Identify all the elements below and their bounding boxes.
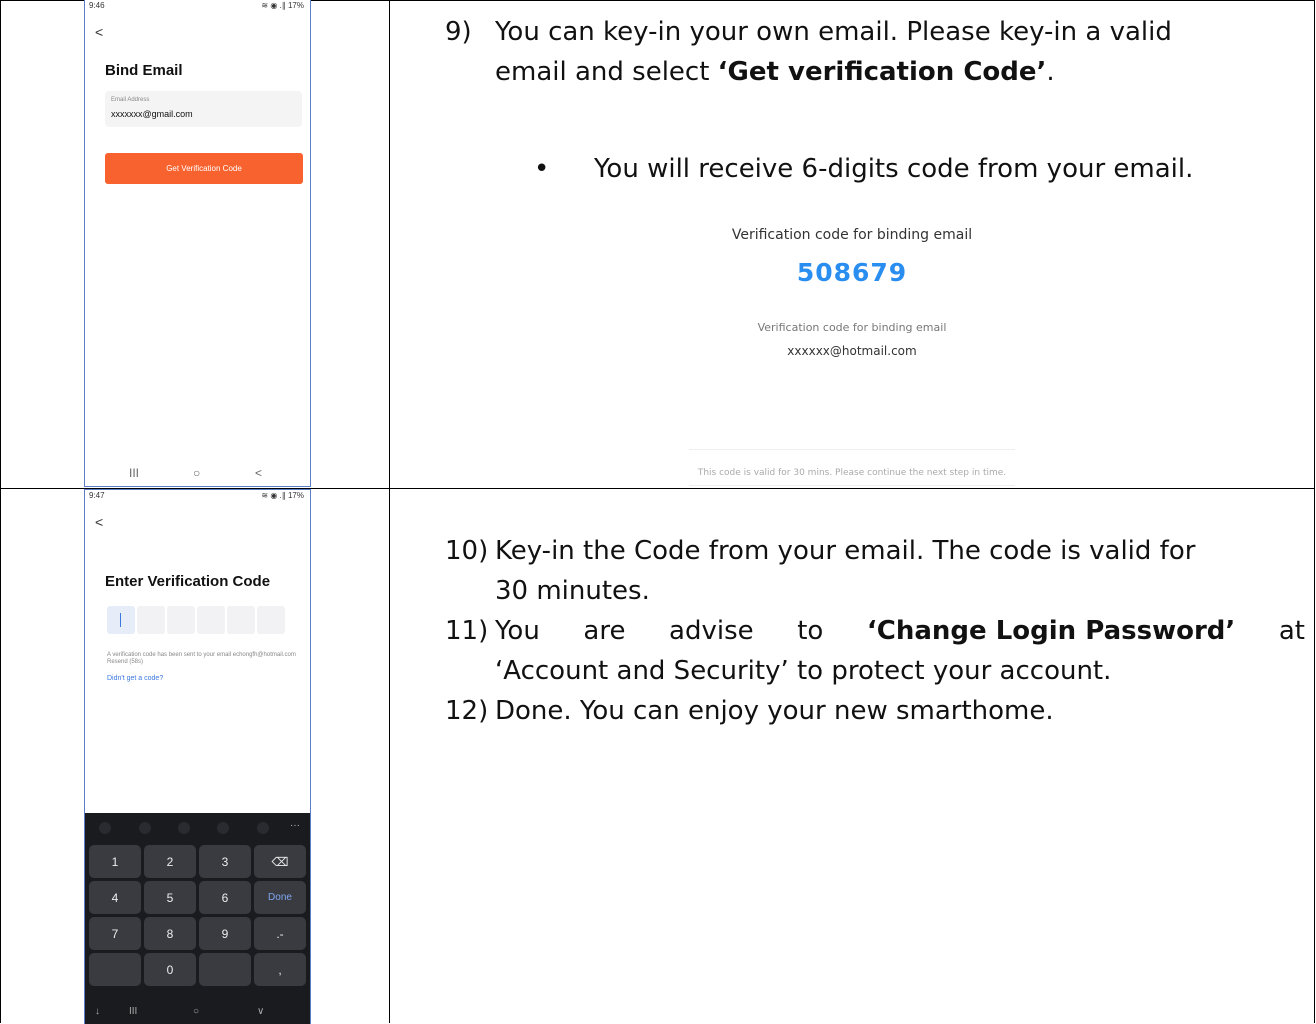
code-digit-cell[interactable]: [257, 606, 285, 634]
get-verification-code-emphasis: ‘Get verification Code’: [717, 57, 1047, 87]
email-field-value: xxxxxxx@gmail.com: [111, 109, 193, 119]
backspace-icon[interactable]: ⌫: [254, 845, 306, 878]
clipboard-icon[interactable]: [178, 822, 190, 834]
email-address: xxxxxx@hotmail.com: [787, 344, 917, 358]
key-0[interactable]: 0: [144, 953, 196, 986]
done-key[interactable]: Done: [254, 881, 306, 914]
key-blank[interactable]: [89, 953, 141, 986]
table-border-right: [1314, 0, 1315, 1023]
email-field[interactable]: Email Address xxxxxxx@gmail.com: [105, 91, 302, 127]
step-number: 10): [445, 536, 489, 566]
recent-apps-icon[interactable]: III: [129, 466, 139, 480]
change-login-password-emphasis: ‘Change Login Password’: [866, 616, 1236, 646]
code-digit-cell[interactable]: [227, 606, 255, 634]
key-9[interactable]: 9: [199, 917, 251, 950]
android-nav-bar: III ○ <: [85, 460, 310, 486]
bullet-icon: •: [534, 154, 550, 184]
key-6[interactable]: 6: [199, 881, 251, 914]
status-time: 9:46: [89, 1, 105, 10]
step-11-line-2: ‘Account and Security’ to protect your a…: [495, 656, 1112, 686]
page-title: Enter Verification Code: [105, 573, 271, 590]
key-8[interactable]: 8: [144, 917, 196, 950]
back-icon[interactable]: <: [95, 24, 103, 40]
home-icon[interactable]: ○: [193, 1006, 199, 1017]
divider: [689, 485, 1015, 486]
key-2[interactable]: 2: [144, 845, 196, 878]
word: are: [583, 616, 626, 646]
numeric-keyboard: ··· 1 2 3 ⌫ 4 5 6 Done 7 8 9 .- 0 , ↓ II…: [85, 813, 310, 1024]
verification-email-preview: Verification code for binding email 5086…: [689, 220, 1015, 488]
code-digit-cell[interactable]: [137, 606, 165, 634]
word: advise: [669, 616, 754, 646]
key-4[interactable]: 4: [89, 881, 141, 914]
step-9-line-2-text: email and select: [495, 57, 718, 87]
mic-icon[interactable]: ↓: [95, 1006, 100, 1017]
text-cursor: [120, 613, 121, 627]
step-12-line-1: Done. You can enjoy your new smarthome.: [495, 696, 1054, 726]
code-digit-cell[interactable]: [107, 606, 135, 634]
back-icon[interactable]: <: [95, 514, 103, 530]
more-icon[interactable]: ···: [290, 820, 300, 831]
table-border-left: [0, 0, 1, 1023]
code-digit-cell[interactable]: [197, 606, 225, 634]
code-digit-cell[interactable]: [167, 606, 195, 634]
verification-code: 508679: [796, 258, 908, 287]
step-number: 11): [445, 616, 489, 646]
email-field-label: Email Address: [111, 97, 150, 103]
translate-icon[interactable]: [257, 822, 269, 834]
step-number: 9): [445, 17, 472, 47]
email-title: Verification code for binding email: [731, 227, 973, 243]
page-title: Bind Email: [105, 62, 183, 79]
key-7[interactable]: 7: [89, 917, 141, 950]
word: at: [1278, 616, 1305, 646]
step-9-period: .: [1046, 57, 1055, 87]
hide-keyboard-icon[interactable]: ∨: [257, 1006, 264, 1017]
key-comma[interactable]: ,: [254, 953, 306, 986]
word: to: [797, 616, 824, 646]
key-dot-dash[interactable]: .-: [254, 917, 306, 950]
word: You: [495, 616, 540, 646]
key-3[interactable]: 3: [199, 845, 251, 878]
recent-apps-icon[interactable]: III: [129, 1006, 137, 1017]
divider: [689, 449, 1015, 450]
step-9-line-2: email and select ‘Get verification Code’…: [495, 52, 1055, 92]
bullet-text: You will receive 6-digits code from your…: [594, 154, 1194, 184]
email-subtitle: Verification code for binding email: [757, 321, 947, 334]
step-10-line-1: Key-in the Code from your email. The cod…: [495, 536, 1196, 566]
nav-back-icon[interactable]: <: [255, 466, 262, 480]
sticker-icon[interactable]: [139, 822, 151, 834]
status-icons: ≋ ◉ .∥ 17%: [261, 1, 304, 10]
status-bar: 9:46 ≋ ◉ .∥ 17%: [85, 0, 310, 12]
get-verification-code-button[interactable]: Get Verification Code: [105, 153, 303, 184]
key-blank[interactable]: [199, 953, 251, 986]
didnt-get-code-link[interactable]: Didn't get a code?: [107, 675, 163, 682]
step-10-line-2: 30 minutes.: [495, 576, 650, 606]
table-column-divider: [389, 0, 390, 1023]
status-icons: ≋ ◉ .∥ 17%: [261, 491, 304, 500]
step-9-line-1: You can key-in your own email. Please ke…: [495, 17, 1172, 47]
enter-code-screenshot: 9:47 ≋ ◉ .∥ 17% < Enter Verification Cod…: [84, 489, 311, 1024]
emoji-icon[interactable]: [99, 822, 111, 834]
android-nav-bar: ↓ III ○ ∨: [85, 1002, 310, 1024]
status-time: 9:47: [89, 491, 105, 500]
bind-email-screenshot: 9:46 ≋ ◉ .∥ 17% < Bind Email Email Addre…: [84, 0, 311, 487]
code-input[interactable]: [107, 606, 285, 634]
code-sent-message: A verification code has been sent to you…: [107, 652, 296, 665]
gear-icon[interactable]: [217, 822, 229, 834]
step-number: 12): [445, 696, 489, 726]
home-icon[interactable]: ○: [193, 466, 200, 480]
step-11-line-1: You are advise to ‘Change Login Password…: [495, 611, 1305, 651]
email-footer: This code is valid for 30 mins. Please c…: [697, 468, 1007, 478]
key-5[interactable]: 5: [144, 881, 196, 914]
status-bar: 9:47 ≋ ◉ .∥ 17%: [85, 490, 310, 502]
key-1[interactable]: 1: [89, 845, 141, 878]
keyboard-toolbar: ···: [85, 813, 310, 843]
